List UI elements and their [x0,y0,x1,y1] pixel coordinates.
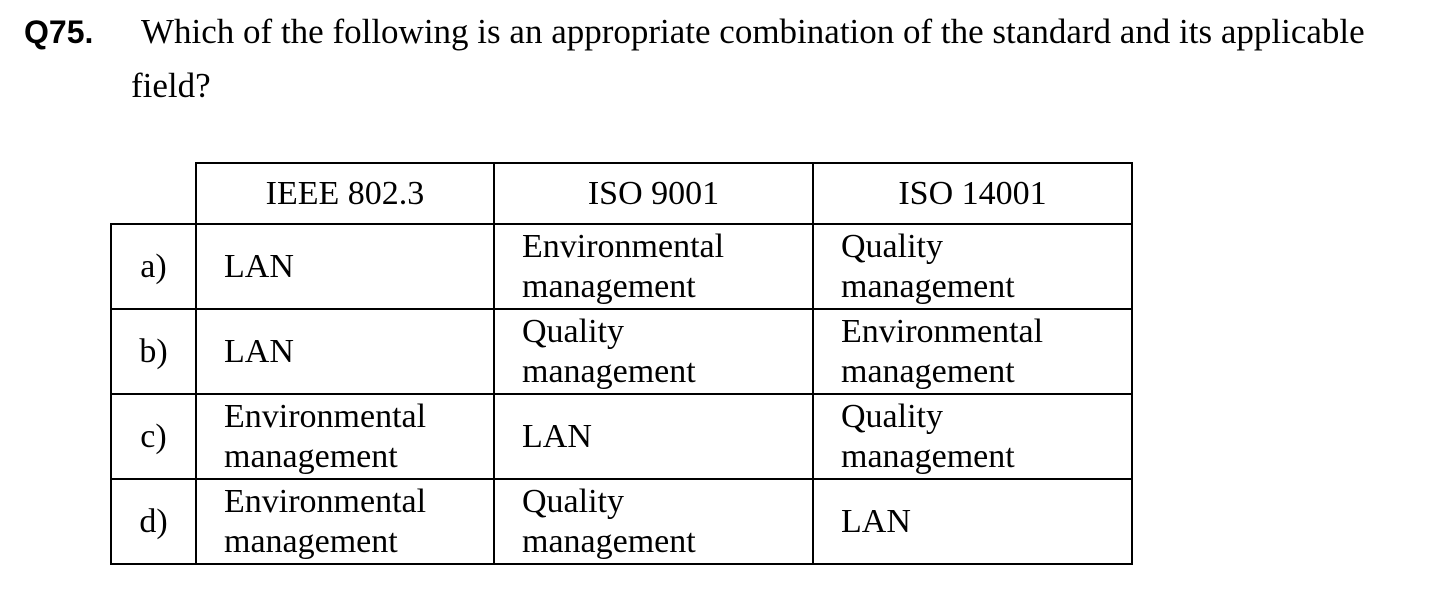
option-cell: Quality management [493,308,814,395]
option-cell-text: LAN [841,502,911,540]
option-cell-text: Environmental management [841,312,1044,390]
option-cell-text: Quality management [841,227,1015,305]
option-cell-text: LAN [224,247,294,285]
question-text-line-1: Which of the following is an appropriate… [141,12,1365,51]
option-label: d) [110,478,197,565]
option-cell: Environmental management [812,308,1133,395]
option-row-d[interactable]: d) Environmental management Quality mana… [110,478,1133,565]
option-cell-text: Environmental management [522,227,725,305]
option-cell: Environmental management [195,393,495,480]
option-cell: Quality management [812,393,1133,480]
header-iso-9001: ISO 9001 [493,162,814,225]
option-row-a[interactable]: a) LAN Environmental management Quality … [110,223,1133,310]
option-cell-text: Quality management [841,397,1015,475]
option-row-c[interactable]: c) Environmental management LAN Quality … [110,393,1133,480]
option-cell-text: Quality management [522,482,696,560]
option-cell: LAN [493,393,814,480]
header-ieee-802-3: IEEE 802.3 [195,162,495,225]
option-label: b) [110,308,197,395]
header-iso-14001: ISO 14001 [812,162,1133,225]
question-number: Q75. [24,14,94,50]
option-cell-text: Quality management [522,312,696,390]
option-label: a) [110,223,197,310]
option-cell: Environmental management [195,478,495,565]
question-text-line-2: field? [131,66,211,105]
option-cell: LAN [195,308,495,395]
option-cell-text: Environmental management [224,482,427,560]
answer-options-table: IEEE 802.3 ISO 9001 ISO 14001 a) LAN Env… [110,162,1133,565]
option-cell: Quality management [493,478,814,565]
option-row-b[interactable]: b) LAN Quality management Environmental … [110,308,1133,395]
option-cell-text: Environmental management [224,397,427,475]
option-label: c) [110,393,197,480]
option-cell: LAN [195,223,495,310]
option-cell-text: LAN [522,417,592,455]
option-cell: LAN [812,478,1133,565]
table-header-row: IEEE 802.3 ISO 9001 ISO 14001 [111,162,1133,225]
option-cell: Quality management [812,223,1133,310]
option-cell-text: LAN [224,332,294,370]
option-cell: Environmental management [493,223,814,310]
corner-cell [111,163,197,225]
